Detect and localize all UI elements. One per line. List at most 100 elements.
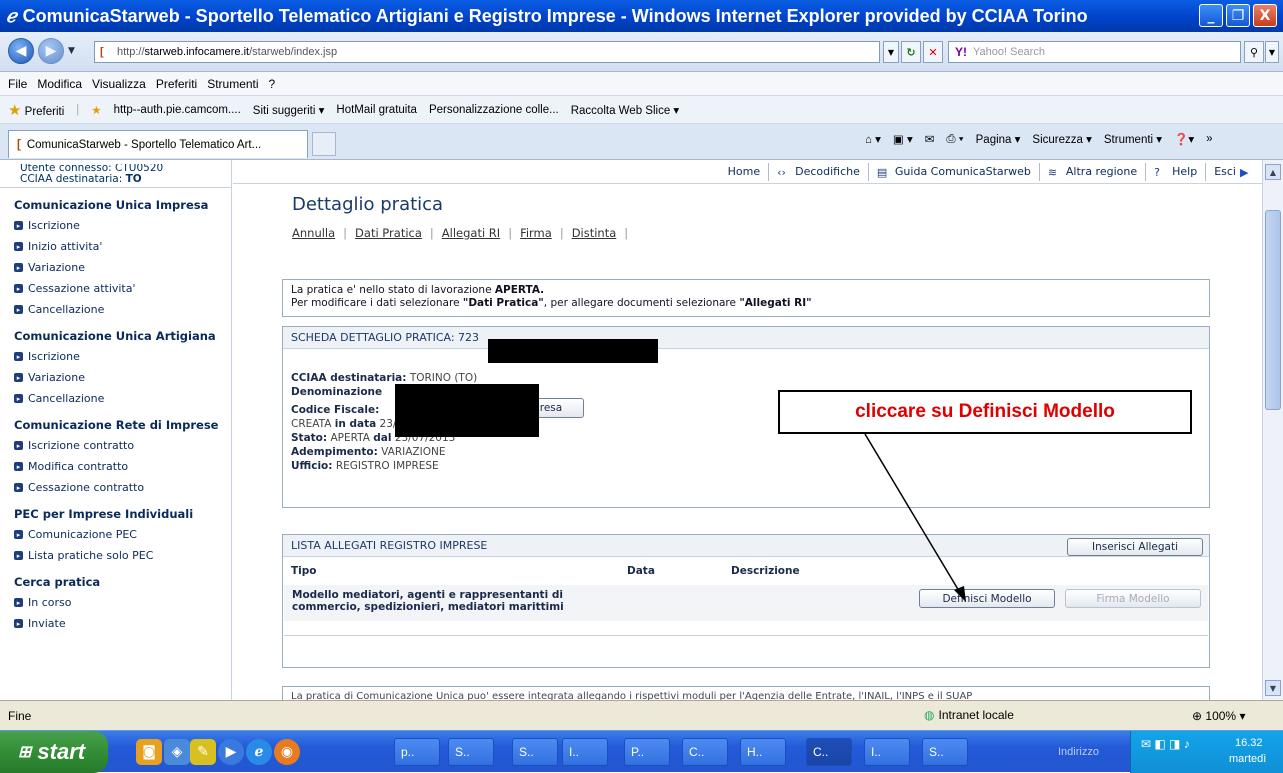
- back-icon[interactable]: ◀: [8, 38, 34, 64]
- sidebar-item[interactable]: ▸ Variazione: [14, 371, 85, 384]
- address-toolbar[interactable]: Indirizzo: [1030, 739, 1126, 765]
- taskbar-task[interactable]: C..: [682, 738, 728, 766]
- feeds-icon[interactable]: ▣ ▾: [893, 132, 913, 146]
- url-input[interactable]: [ http://starweb.infocamere.it/starweb/i…: [94, 41, 880, 63]
- scroll-thumb[interactable]: [1265, 210, 1281, 410]
- print-icon[interactable]: ⎙ ▾: [946, 133, 963, 146]
- link-distinta[interactable]: Distinta: [572, 226, 617, 240]
- zone-label: Intranet locale: [938, 708, 1014, 722]
- toolbar-guida[interactable]: ▤ Guida ComunicaStarweb: [867, 162, 1039, 181]
- sidebar-item[interactable]: ▸ Comunicazione PEC: [14, 528, 137, 541]
- sidebar-item[interactable]: ▸ Iscrizione contratto: [14, 439, 135, 452]
- firma-modello-button[interactable]: Firma Modello: [1065, 589, 1201, 608]
- taskbar-task[interactable]: P..: [624, 738, 670, 766]
- menu-file[interactable]: File: [8, 77, 27, 91]
- help-label: Help: [1172, 165, 1198, 178]
- definisci-modello-button[interactable]: Definisci Modello: [919, 589, 1055, 608]
- sidebar-item[interactable]: ▸ Inviate: [14, 617, 66, 630]
- globe-icon: ◍: [924, 708, 935, 722]
- maximize-button[interactable]: ❐: [1226, 4, 1250, 27]
- favorites-button[interactable]: ★ Preferiti: [8, 101, 64, 119]
- refresh-icon[interactable]: ↻: [901, 41, 921, 63]
- link-dati-pratica[interactable]: Dati Pratica: [355, 226, 422, 240]
- taskbar-task[interactable]: S..: [448, 738, 494, 766]
- taskbar-task[interactable]: I..: [562, 738, 608, 766]
- status-hint: Per modificare i dati selezionare: [291, 297, 463, 309]
- scroll-down-icon[interactable]: ▼: [1265, 680, 1281, 696]
- menu-help[interactable]: ?: [269, 77, 276, 91]
- cmd-pagina[interactable]: Pagina ▾: [976, 132, 1021, 146]
- tab-comunicastarweb[interactable]: [ ComunicaStarweb - Sportello Telematico…: [8, 130, 308, 158]
- taskbar-task[interactable]: S..: [922, 738, 968, 766]
- stop-icon[interactable]: ✕: [923, 41, 943, 63]
- sidebar-item[interactable]: ▸ Iscrizione: [14, 219, 80, 232]
- ufficio-label: Ufficio:: [291, 460, 333, 472]
- link-allegati-ri[interactable]: Allegati RI: [442, 226, 500, 240]
- fav-item-webslice[interactable]: Raccolta Web Slice ▾: [571, 103, 679, 117]
- fav-item-auth[interactable]: http--auth.pie.camcom....: [114, 104, 241, 116]
- quicklaunch-media-icon[interactable]: ▶: [218, 739, 244, 765]
- vertical-scrollbar[interactable]: ▲ ▼: [1262, 160, 1283, 700]
- quicklaunch-explorer-icon[interactable]: ◈: [164, 739, 190, 765]
- start-button[interactable]: ⊞ start: [0, 731, 108, 773]
- forward-icon[interactable]: ▶: [38, 38, 64, 64]
- sidebar-item[interactable]: ▸ In corso: [14, 596, 71, 609]
- sidebar-item[interactable]: ▸ Cancellazione: [14, 392, 104, 405]
- cmd-strumenti[interactable]: Strumenti ▾: [1104, 132, 1162, 146]
- menu-modifica[interactable]: Modifica: [37, 77, 82, 91]
- help-icon[interactable]: ❓▾: [1174, 132, 1194, 146]
- scroll-up-icon[interactable]: ▲: [1265, 164, 1281, 180]
- sidebar-item[interactable]: ▸ Cessazione contratto: [14, 481, 144, 494]
- new-tab-button[interactable]: [312, 132, 336, 156]
- sidebar-item[interactable]: ▸ Modifica contratto: [14, 460, 128, 473]
- search-icon[interactable]: ⚲: [1244, 41, 1264, 63]
- menu-strumenti[interactable]: Strumenti: [207, 77, 258, 91]
- sidebar-item[interactable]: ▸ Cessazione attivita': [14, 282, 136, 295]
- tray-icons[interactable]: ✉ ◧ ◨ ♪: [1141, 737, 1190, 751]
- codice-fiscale-label: Codice Fiscale:: [291, 404, 380, 416]
- url-dropdown-icon[interactable]: ▼: [883, 41, 899, 63]
- quicklaunch-paint-icon[interactable]: ✎: [190, 739, 216, 765]
- link-annulla[interactable]: Annulla: [292, 226, 335, 240]
- sidebar-item[interactable]: ▸ Inizio attivita': [14, 240, 102, 253]
- menu-visualizza[interactable]: Visualizza: [92, 77, 146, 91]
- quicklaunch-firefox-icon[interactable]: ◉: [274, 739, 300, 765]
- toolbar-esci[interactable]: Esci ▶: [1205, 162, 1262, 181]
- close-button[interactable]: X: [1253, 4, 1277, 27]
- taskbar-task[interactable]: p..: [394, 738, 440, 766]
- add-favorite-icon[interactable]: ★: [91, 103, 101, 117]
- clock-time[interactable]: 16.32: [1235, 737, 1263, 749]
- menu-preferiti[interactable]: Preferiti: [156, 77, 197, 91]
- toolbar-home[interactable]: Home: [720, 163, 768, 181]
- chevron-right-icon[interactable]: »: [1206, 133, 1212, 145]
- search-input[interactable]: Y! Yahoo! Search: [948, 41, 1241, 63]
- fav-item-hotmail[interactable]: HotMail gratuita: [336, 104, 417, 116]
- task-label: I..: [871, 745, 882, 759]
- fav-item-personalizzazione[interactable]: Personalizzazione colle...: [429, 104, 559, 116]
- minimize-button[interactable]: _: [1199, 4, 1223, 27]
- link-firma[interactable]: Firma: [520, 226, 552, 240]
- mail-icon[interactable]: ✉: [925, 132, 935, 146]
- taskbar-task[interactable]: S..: [512, 738, 558, 766]
- sidebar-item[interactable]: ▸ Cancellazione: [14, 303, 104, 316]
- sidebar-item[interactable]: ▸ Variazione: [14, 261, 85, 274]
- sidebar-item-label: Iscrizione contratto: [28, 439, 135, 452]
- history-dropdown-icon[interactable]: ▼: [68, 46, 75, 56]
- zoom-level[interactable]: ⊕ 100% ▾: [1192, 709, 1245, 723]
- taskbar-task[interactable]: I..: [864, 738, 910, 766]
- cmd-sicurezza[interactable]: Sicurezza ▾: [1032, 132, 1091, 146]
- sidebar-item[interactable]: ▸ Lista pratiche solo PEC: [14, 549, 153, 562]
- quicklaunch-app-icon[interactable]: ◙: [136, 739, 162, 765]
- windows-logo-icon: ⊞: [18, 744, 32, 761]
- toolbar-help[interactable]: ? Help: [1145, 162, 1205, 181]
- fav-item-siti[interactable]: Siti suggeriti ▾: [253, 103, 325, 117]
- sidebar-item[interactable]: ▸ Iscrizione: [14, 350, 80, 363]
- quicklaunch-ie-icon[interactable]: ℯ: [246, 739, 272, 765]
- inserisci-allegati-button[interactable]: Inserisci Allegati: [1067, 538, 1203, 556]
- home-icon[interactable]: ⌂ ▾: [865, 132, 881, 146]
- search-dropdown-icon[interactable]: ▼: [1265, 41, 1279, 63]
- taskbar-task[interactable]: H..: [740, 738, 786, 766]
- toolbar-altra-regione[interactable]: ≋ Altra regione: [1038, 162, 1145, 181]
- taskbar-task[interactable]: C..: [806, 738, 852, 766]
- toolbar-decodifiche[interactable]: ‹› Decodifiche: [768, 162, 868, 181]
